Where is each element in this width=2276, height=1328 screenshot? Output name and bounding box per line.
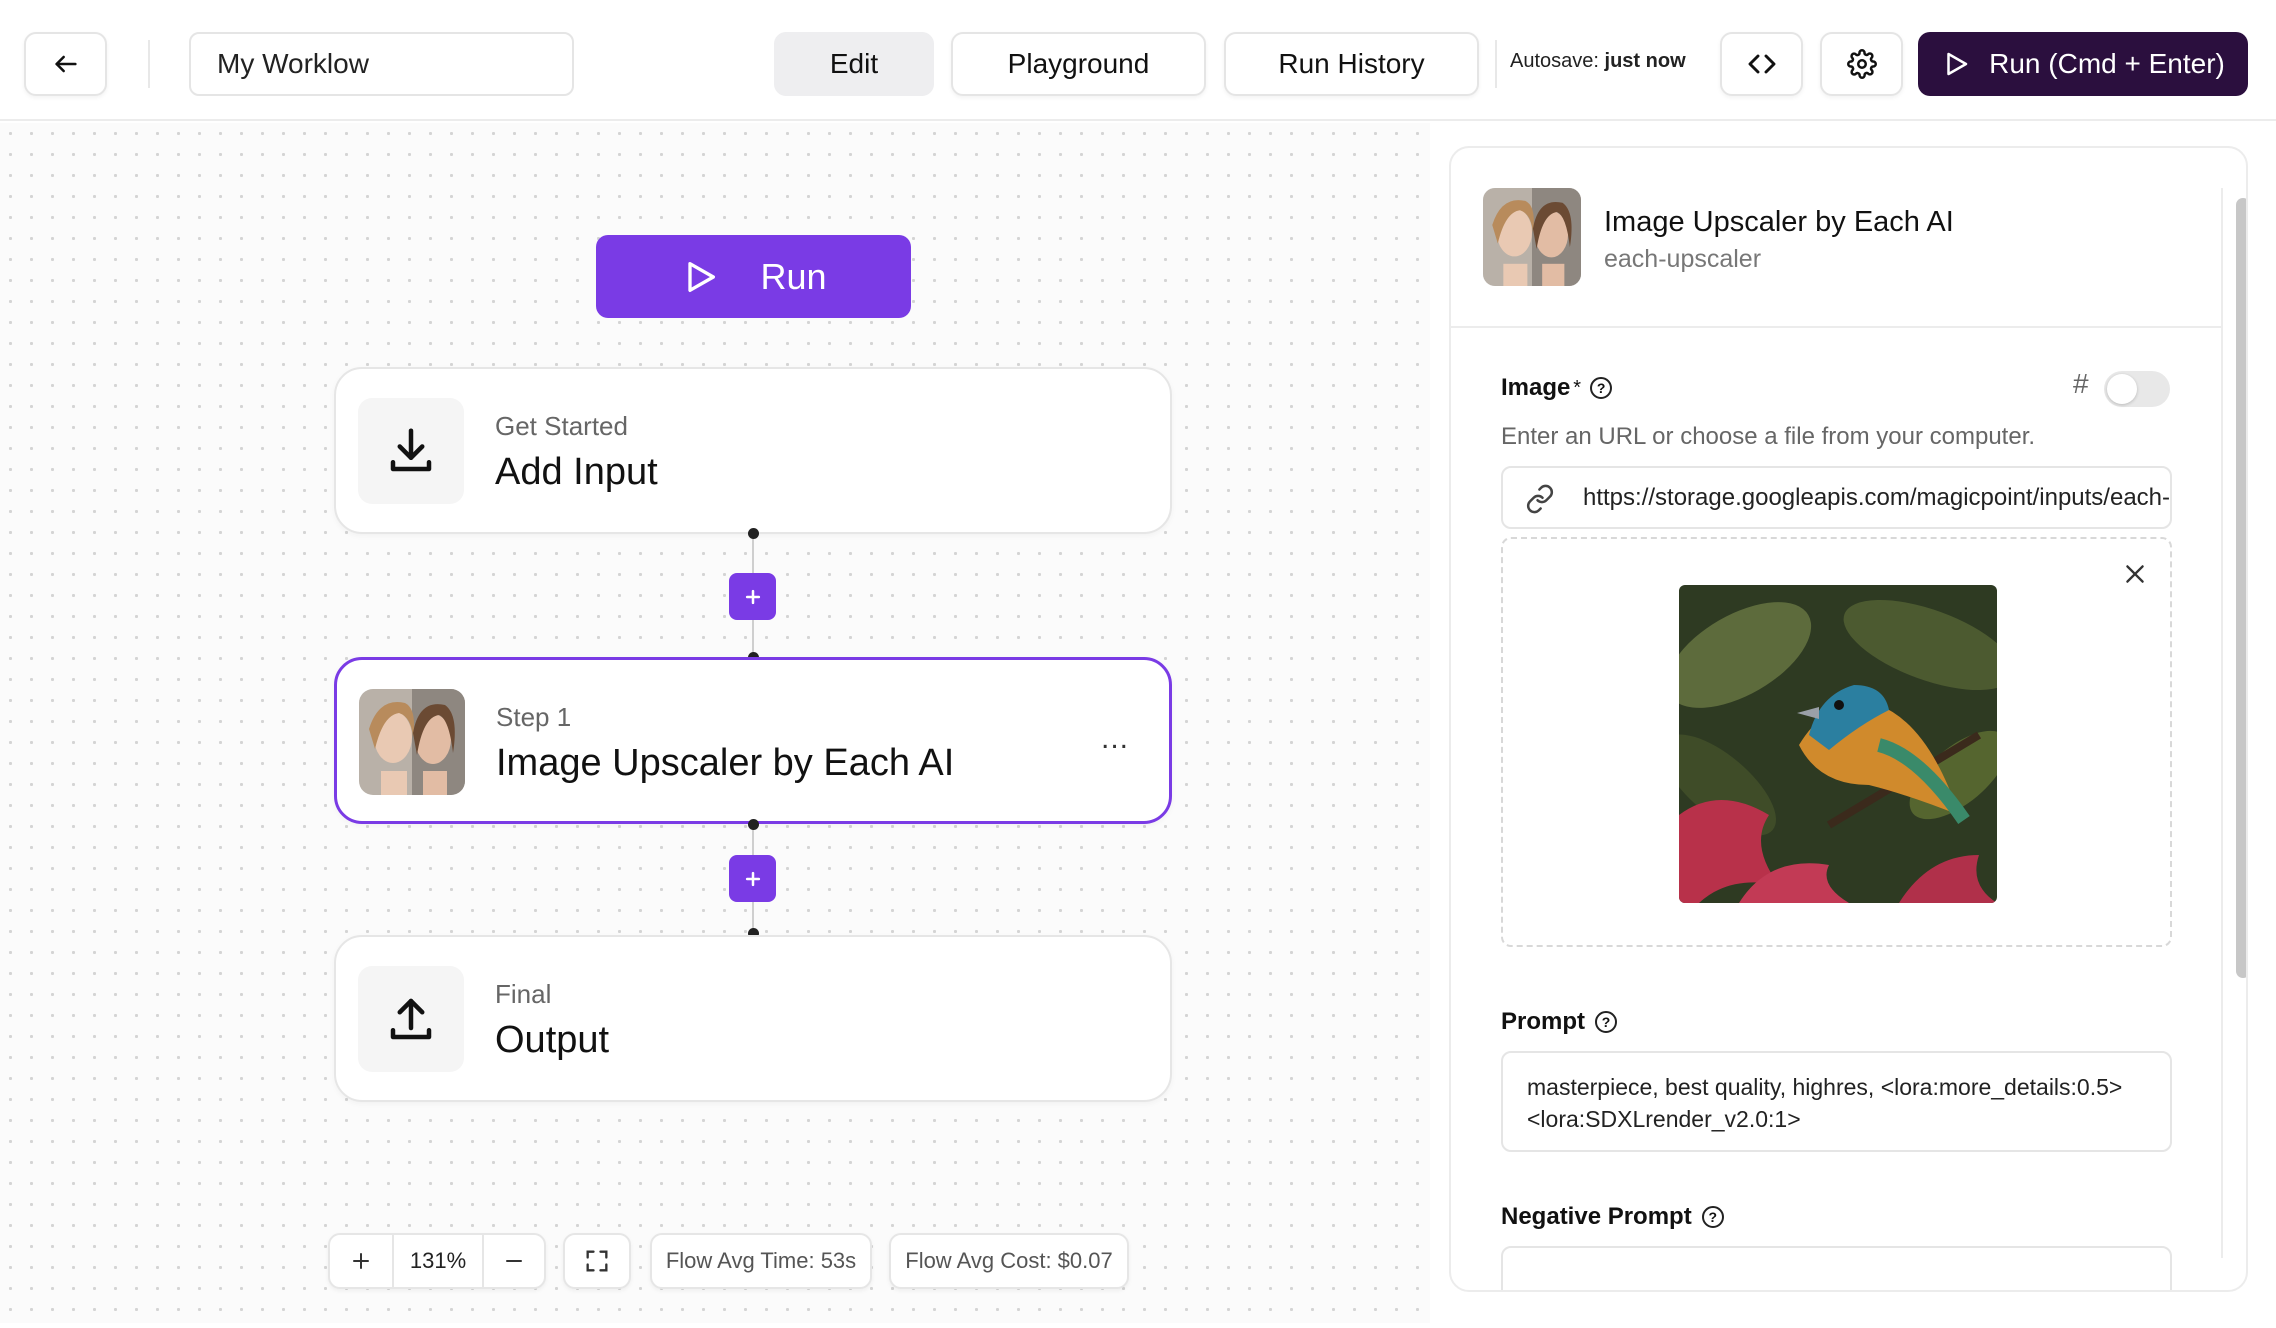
- panel-header: Image Upscaler by Each AI each-upscaler: [1451, 148, 2221, 328]
- node-subtitle: Final: [495, 979, 552, 1009]
- tab-playground[interactable]: Playground: [951, 32, 1206, 96]
- hash-symbol: #: [2073, 368, 2089, 399]
- remove-image-button[interactable]: [2122, 561, 2148, 587]
- upload-icon: [390, 998, 432, 1040]
- play-icon: [688, 261, 716, 292]
- tab-edit[interactable]: Edit: [774, 32, 934, 96]
- zoom-out-button[interactable]: [482, 1235, 544, 1287]
- node-add-input[interactable]: Get Started Add Input: [334, 367, 1172, 534]
- image-drop-zone[interactable]: [1501, 537, 2172, 947]
- node-image-upscaler[interactable]: Step 1 Image Upscaler by Each AI ...: [334, 657, 1172, 824]
- close-icon: [2126, 565, 2144, 583]
- play-icon: [1947, 52, 1968, 76]
- panel-title: Image Upscaler by Each AI: [1604, 206, 1954, 238]
- fit-view-button[interactable]: [563, 1233, 631, 1289]
- top-bar: My Worklow Edit Playground Run History A…: [0, 0, 2276, 121]
- connector-dot: [748, 819, 759, 830]
- code-view-button[interactable]: [1720, 32, 1803, 96]
- zoom-level: 131%: [409, 1248, 467, 1273]
- node-config-panel: Image Upscaler by Each AI each-upscaler …: [1449, 146, 2248, 1292]
- node-output[interactable]: Final Output: [334, 935, 1172, 1102]
- negative-prompt-label-text: Negative Prompt: [1501, 1203, 1692, 1230]
- flow-avg-cost: Flow Avg Cost: $0.07: [889, 1233, 1129, 1289]
- tab-run-history[interactable]: Run History: [1224, 32, 1479, 96]
- autosave-status: Autosave: just now: [1510, 50, 1686, 73]
- node-title: Output: [495, 1019, 610, 1061]
- image-url-input[interactable]: https://storage.googleapis.com/magicpoin…: [1501, 466, 2172, 529]
- node-title: Image Upscaler by Each AI: [496, 742, 955, 784]
- settings-button[interactable]: [1820, 32, 1903, 96]
- add-step-button[interactable]: [729, 855, 776, 902]
- run-button[interactable]: Run: [596, 235, 911, 318]
- image-hint: Enter an URL or choose a file from your …: [1501, 423, 2036, 450]
- image-label-text: Image: [1501, 374, 1571, 401]
- back-button[interactable]: [24, 32, 107, 96]
- node-subtitle: Step 1: [496, 702, 572, 732]
- negative-prompt-field-label: Negative Prompt ?: [1501, 1203, 1724, 1231]
- variable-toggle[interactable]: [2104, 371, 2170, 407]
- toggle-knob: [2107, 374, 2137, 404]
- prompt-field-label: Prompt ?: [1501, 1008, 1617, 1036]
- code-icon: [1748, 54, 1775, 74]
- link-icon: [1526, 484, 1554, 514]
- plus-icon: [353, 1253, 369, 1269]
- fullscreen-icon: [586, 1250, 608, 1272]
- connector-dot: [748, 528, 759, 539]
- download-icon: [390, 428, 432, 472]
- required-mark: *: [1572, 376, 1581, 399]
- autosave-value: just now: [1604, 50, 1686, 72]
- node-title: Add Input: [495, 451, 658, 493]
- workflow-name-input[interactable]: My Worklow: [189, 32, 574, 96]
- image-preview: [1679, 585, 1997, 903]
- bird-image: [1679, 585, 1997, 903]
- autosave-label: Autosave:: [1510, 50, 1599, 72]
- header-divider: [1495, 40, 1497, 88]
- negative-prompt-input[interactable]: [1501, 1246, 2172, 1290]
- face-avatar-icon: [359, 689, 465, 795]
- node-subtitle: Get Started: [495, 411, 628, 441]
- zoom-in-button[interactable]: [330, 1235, 394, 1287]
- image-url-value: https://storage.googleapis.com/magicpoin…: [1583, 484, 2171, 511]
- node-more-menu[interactable]: ...: [1101, 722, 1129, 756]
- arrow-left-icon: [54, 55, 77, 73]
- prompt-label-text: Prompt: [1501, 1008, 1585, 1035]
- model-avatar: [1483, 188, 1581, 286]
- run-label: Run: [760, 255, 827, 297]
- face-avatar-icon: [1483, 188, 1581, 286]
- flow-avg-time: Flow Avg Time: 53s: [650, 1233, 872, 1289]
- panel-slug: each-upscaler: [1604, 245, 1762, 273]
- add-step-button[interactable]: [729, 573, 776, 620]
- node-thumbnail: [359, 689, 465, 795]
- help-icon[interactable]: ?: [1595, 1011, 1617, 1033]
- plus-icon: [745, 589, 760, 604]
- node-icon: [358, 398, 464, 504]
- image-field-label: Image * ?: [1501, 374, 1613, 402]
- prompt-input[interactable]: masterpiece, best quality, highres, <lor…: [1501, 1051, 2172, 1152]
- run-shortcut-button[interactable]: Run (Cmd + Enter): [1918, 32, 2248, 96]
- run-shortcut-label: Run (Cmd + Enter): [1989, 48, 2225, 79]
- node-icon: [358, 966, 464, 1072]
- zoom-control: 131%: [328, 1233, 546, 1289]
- header-divider: [148, 40, 150, 88]
- minus-icon: [506, 1260, 522, 1262]
- help-icon[interactable]: ?: [1590, 377, 1613, 399]
- help-icon[interactable]: ?: [1701, 1206, 1724, 1228]
- gear-icon: [1846, 49, 1877, 79]
- plus-icon: [745, 871, 760, 886]
- panel-scrollbar-thumb[interactable]: [2236, 198, 2246, 978]
